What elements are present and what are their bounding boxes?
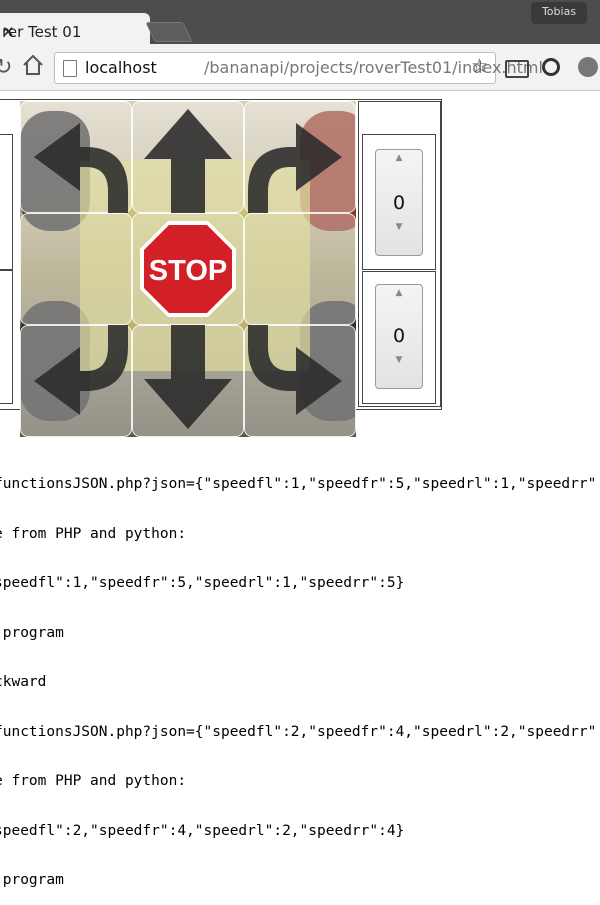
spinner-down-icon[interactable]: ▼	[376, 355, 422, 365]
page-icon	[63, 60, 77, 77]
console-line: functionsJSON.php?json={"speedfl":1,"spe…	[0, 476, 597, 492]
console-line: speedfl":2,"speedfr":4,"speedrl":2,"spee…	[0, 822, 405, 839]
stop-label: STOP	[149, 255, 227, 287]
browser-tab-active[interactable]: rer Test 01 ✕	[0, 13, 150, 46]
console-output: functionsJSON.php?json={"speedfl":1,"spe…	[0, 443, 600, 905]
speed-value[interactable]: 0	[376, 192, 422, 214]
spinner-down-icon[interactable]: ▼	[376, 222, 422, 232]
direction-pad: STOP	[20, 101, 356, 437]
left-panel-bottom	[0, 270, 13, 404]
console-line: ckward	[0, 674, 47, 690]
profile-button[interactable]: Tobias	[531, 2, 587, 24]
speed-value[interactable]: 0	[376, 325, 422, 347]
close-tab-icon[interactable]: ✕	[2, 23, 15, 41]
webcam-icon[interactable]	[542, 58, 560, 76]
reload-icon[interactable]: ↻	[0, 55, 12, 80]
console-line: e from PHP and python:	[0, 773, 187, 789]
arrow-turn-up-left-icon	[34, 123, 128, 213]
speed-spinner-bottom[interactable]: ▲ 0 ▼	[375, 284, 423, 389]
url-host: localhost	[85, 58, 157, 77]
star-icon[interactable]: ☆	[471, 55, 488, 77]
speed-spinner-top[interactable]: ▲ 0 ▼	[375, 149, 423, 256]
arrow-turn-up-right-icon	[248, 123, 342, 213]
url-path: /bananapi/projects/roverTest01/index.htm…	[204, 58, 543, 77]
extension-icon[interactable]	[578, 57, 598, 77]
console-line: program	[0, 872, 64, 888]
console-line: program	[0, 624, 64, 641]
address-bar[interactable]: localhost /bananapi/projects/roverTest01…	[54, 52, 543, 84]
stop-sign-icon: STOP	[140, 221, 236, 317]
arrow-turn-down-right-icon	[248, 325, 342, 415]
arrow-up-icon	[144, 109, 232, 213]
console-line: speedfl":1,"speedfr":5,"speedrl":1,"spee…	[0, 575, 405, 591]
spinner-up-icon[interactable]: ▲	[376, 153, 422, 163]
spinner-up-icon[interactable]: ▲	[376, 288, 422, 298]
left-panel-top	[0, 134, 13, 270]
arrow-down-icon	[144, 325, 232, 429]
arrow-turn-down-left-icon	[34, 325, 128, 415]
home-icon[interactable]	[22, 53, 44, 77]
cast-icon[interactable]	[505, 60, 529, 78]
console-line: functionsJSON.php?json={"speedfl":2,"spe…	[0, 723, 597, 740]
console-line: e from PHP and python:	[0, 525, 187, 542]
